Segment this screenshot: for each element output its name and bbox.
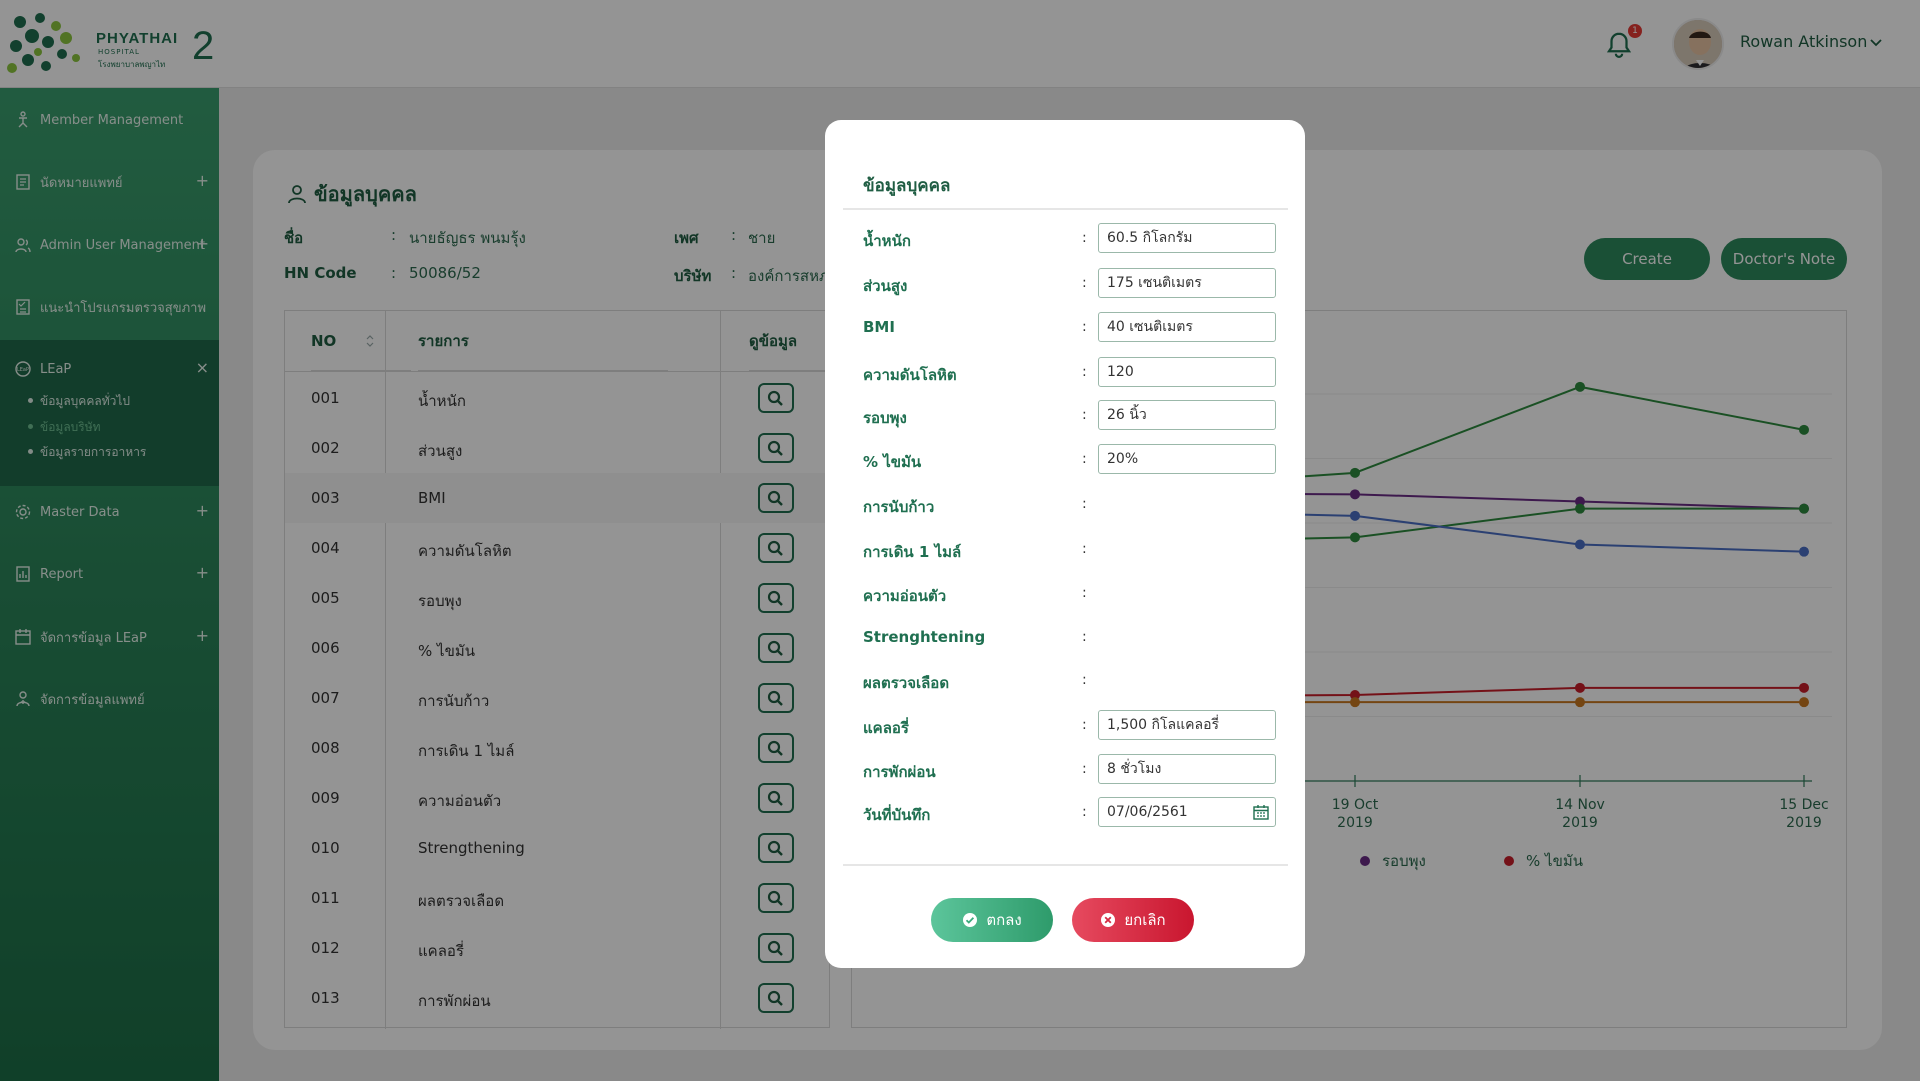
field-label: รอบพุง (863, 409, 907, 427)
field-colon: : (1082, 629, 1087, 645)
field-label: การพักผ่อน (863, 763, 936, 781)
modal-title: ข้อมูลบุคคล (863, 176, 951, 196)
date-field[interactable]: 07/06/2561 (1098, 797, 1276, 827)
field-input[interactable]: 60.5 กิโลกรัม (1098, 223, 1276, 253)
field-input[interactable]: 120 (1098, 357, 1276, 387)
field-input[interactable]: 26 นิ้ว (1098, 400, 1276, 430)
field-label: ความอ่อนตัว (863, 587, 947, 605)
field-value: 60.5 กิโลกรัม (1107, 230, 1193, 246)
field-colon: : (1082, 672, 1087, 688)
field-label: การนับก้าว (863, 498, 935, 516)
field-colon: : (1082, 761, 1087, 777)
field-colon: : (1082, 541, 1087, 557)
field-label: วันที่บันทึก (863, 806, 931, 824)
field-value: 1,500 กิโลแคลอรี่ (1107, 717, 1219, 733)
field-value: 120 (1107, 364, 1134, 380)
field-label: การเดิน 1 ไมล์ (863, 543, 962, 561)
close-circle-icon (1101, 913, 1116, 927)
field-colon: : (1082, 319, 1087, 335)
cancel-button-label: ยกเลิก (1124, 911, 1166, 929)
field-label: % ไขมัน (863, 453, 922, 471)
field-input[interactable]: 175 เซนติเมตร (1098, 268, 1276, 298)
field-label: Strenghtening (863, 628, 986, 646)
field-value: 8 ชั่วโมง (1107, 761, 1162, 777)
check-circle-icon (963, 913, 978, 927)
modal-divider (843, 208, 1288, 210)
field-input[interactable]: 1,500 กิโลแคลอรี่ (1098, 710, 1276, 740)
calendar-icon[interactable] (1253, 804, 1269, 820)
field-input[interactable]: 40 เซนติเมตร (1098, 312, 1276, 342)
field-label: BMI (863, 318, 895, 336)
field-colon: : (1082, 230, 1087, 246)
field-colon: : (1082, 407, 1087, 423)
field-label: ผลตรวจเลือด (863, 674, 950, 692)
field-value: 07/06/2561 (1107, 804, 1188, 820)
ok-button-label: ตกลง (986, 911, 1022, 929)
field-label: แคลอรี่ (863, 719, 909, 737)
field-label: ความดันโลหิต (863, 366, 957, 384)
field-value: 40 เซนติเมตร (1107, 319, 1193, 335)
field-label: ส่วนสูง (863, 277, 908, 295)
ok-button[interactable]: ตกลง (931, 898, 1053, 942)
field-input[interactable]: 8 ชั่วโมง (1098, 754, 1276, 784)
modal-divider (843, 864, 1288, 866)
field-label: น้ำหนัก (863, 232, 911, 250)
field-colon: : (1082, 364, 1087, 380)
field-input[interactable]: 20% (1098, 444, 1276, 474)
field-colon: : (1082, 496, 1087, 512)
personal-info-modal: ข้อมูลบุคคล น้ำหนัก: 60.5 กิโลกรัมส่วนสูง… (825, 120, 1305, 968)
field-colon: : (1082, 717, 1087, 733)
field-value: 26 นิ้ว (1107, 407, 1147, 423)
field-value: 20% (1107, 451, 1139, 467)
field-colon: : (1082, 804, 1087, 820)
cancel-button[interactable]: ยกเลิก (1072, 898, 1194, 942)
field-colon: : (1082, 451, 1087, 467)
field-colon: : (1082, 585, 1087, 601)
field-colon: : (1082, 275, 1087, 291)
field-value: 175 เซนติเมตร (1107, 275, 1202, 291)
